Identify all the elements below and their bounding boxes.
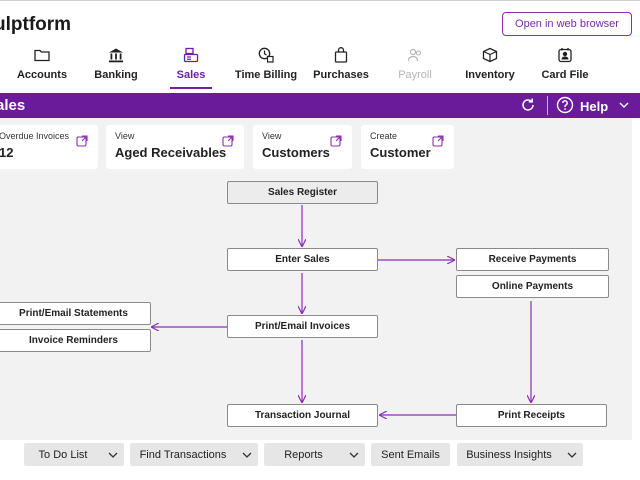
sales-register-button[interactable]: Sales Register bbox=[227, 181, 378, 204]
chevron-down-icon[interactable] bbox=[343, 449, 365, 461]
invoice-reminders-button[interactable]: Invoice Reminders bbox=[0, 329, 151, 352]
divider bbox=[547, 96, 548, 115]
open-in-web-browser-button[interactable]: Open in web browser bbox=[502, 12, 632, 36]
enter-sales-button[interactable]: Enter Sales bbox=[227, 248, 378, 271]
sent-emails-button[interactable]: Sent Emails bbox=[371, 443, 450, 466]
bottom-toolbar: To Do List Find Transactions Reports Sen… bbox=[0, 440, 640, 480]
button-label: To Do List bbox=[38, 448, 88, 461]
nav-label: Time Billing bbox=[234, 69, 298, 81]
chevron-down-icon bbox=[618, 99, 630, 114]
business-insights-button[interactable]: Business Insights bbox=[457, 443, 583, 466]
print-email-invoices-button[interactable]: Print/Email Invoices bbox=[227, 315, 378, 338]
nav-time-billing[interactable]: Time Billing bbox=[232, 45, 300, 87]
nav-card-file[interactable]: Card File bbox=[540, 45, 590, 87]
transaction-journal-button[interactable]: Transaction Journal bbox=[227, 404, 378, 427]
chevron-down-icon[interactable] bbox=[236, 449, 258, 461]
nav-label: Inventory bbox=[465, 69, 515, 81]
box-icon bbox=[482, 45, 498, 65]
nav-banking[interactable]: Banking bbox=[92, 45, 140, 87]
people-icon bbox=[407, 45, 423, 65]
print-email-statements-button[interactable]: Print/Email Statements bbox=[0, 302, 151, 325]
contact-card-icon bbox=[557, 45, 573, 65]
help-circle-icon bbox=[556, 96, 574, 117]
button-label: Find Transactions bbox=[139, 448, 227, 461]
nav-label: Purchases bbox=[313, 69, 369, 81]
section-header: ales Help bbox=[0, 93, 640, 118]
nav-inventory[interactable]: Inventory bbox=[464, 45, 516, 87]
cash-register-icon bbox=[183, 45, 199, 65]
top-header: ulptform Open in web browser Accounts Ba… bbox=[0, 0, 640, 92]
clock-document-icon bbox=[258, 45, 274, 65]
help-menu-button[interactable]: Help bbox=[556, 96, 630, 117]
nav-accounts[interactable]: Accounts bbox=[16, 45, 68, 87]
reports-button[interactable]: Reports bbox=[264, 443, 365, 466]
company-file-name: ulptform bbox=[0, 14, 72, 35]
to-do-list-button[interactable]: To Do List bbox=[24, 443, 124, 466]
nav-purchases[interactable]: Purchases bbox=[312, 45, 370, 87]
section-title: ales bbox=[0, 97, 26, 114]
nav-label: Card File bbox=[541, 69, 589, 81]
shopping-bag-icon bbox=[334, 45, 348, 65]
chevron-down-icon[interactable] bbox=[102, 449, 124, 461]
find-transactions-button[interactable]: Find Transactions bbox=[130, 443, 258, 466]
nav-sales[interactable]: Sales bbox=[170, 45, 212, 87]
receive-payments-button[interactable]: Receive Payments bbox=[456, 248, 609, 271]
folder-icon bbox=[34, 45, 50, 65]
nav-label: Accounts bbox=[16, 69, 68, 81]
nav-label: Sales bbox=[176, 69, 206, 81]
bank-icon bbox=[108, 45, 124, 65]
button-label: Reports bbox=[284, 448, 323, 461]
chevron-down-icon[interactable] bbox=[561, 449, 583, 461]
button-label: Sent Emails bbox=[381, 448, 440, 461]
button-label: Business Insights bbox=[466, 448, 552, 461]
nav-payroll[interactable]: Payroll bbox=[394, 45, 436, 87]
online-payments-button[interactable]: Online Payments bbox=[456, 275, 609, 298]
nav-label: Banking bbox=[94, 69, 138, 81]
sales-command-centre: Overdue Invoices 12 View Aged Receivable… bbox=[0, 118, 632, 440]
nav-label: Payroll bbox=[398, 69, 432, 81]
print-receipts-button[interactable]: Print Receipts bbox=[456, 404, 607, 427]
help-label: Help bbox=[580, 99, 609, 114]
refresh-icon[interactable] bbox=[519, 96, 537, 119]
